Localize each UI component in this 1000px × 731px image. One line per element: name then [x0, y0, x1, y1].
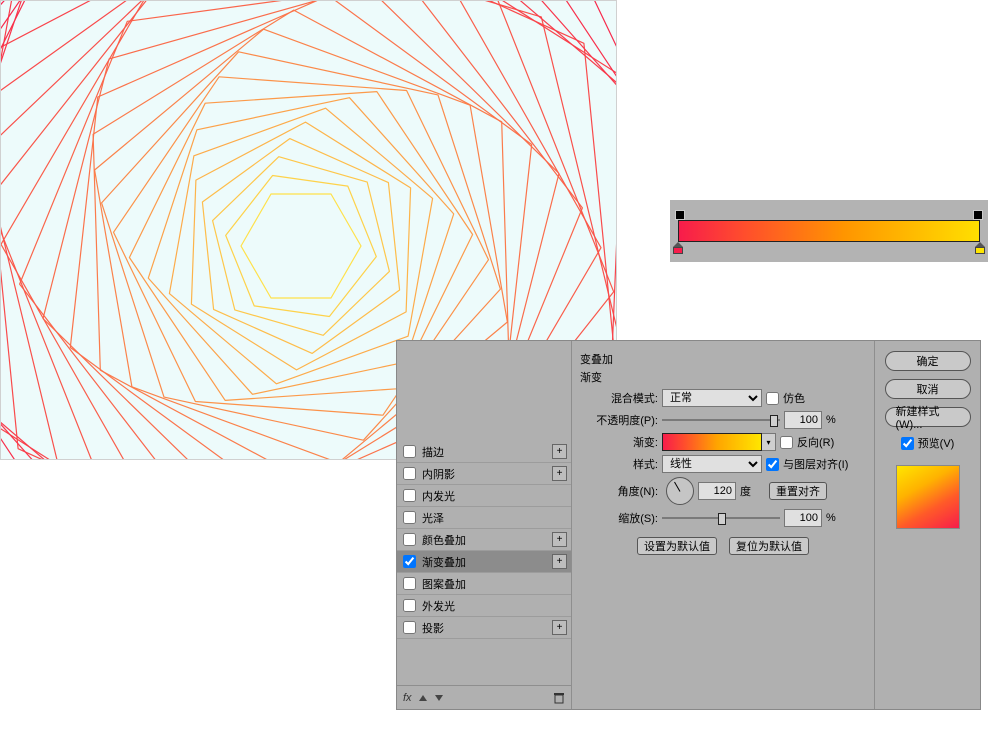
fx-item-label: 内发光 — [422, 488, 455, 504]
scale-input[interactable] — [784, 509, 822, 527]
gradient-preview-bar[interactable] — [678, 220, 980, 242]
blend-mode-row: 混合模式: 正常 仿色 — [580, 389, 866, 407]
angle-label: 角度(N): — [580, 483, 658, 499]
fx-item[interactable]: 描边 + — [397, 441, 571, 463]
fx-item[interactable]: 外发光 — [397, 595, 571, 617]
blend-mode-select[interactable]: 正常 — [662, 389, 762, 407]
blend-mode-label: 混合模式: — [580, 390, 658, 406]
reverse-checkbox-label[interactable]: 反向(R) — [780, 434, 834, 450]
opacity-input[interactable] — [784, 411, 822, 429]
ok-button[interactable]: 确定 — [885, 351, 971, 371]
angle-row: 角度(N): 度 重置对齐 — [580, 477, 866, 505]
opacity-row: 不透明度(P): % — [580, 411, 866, 429]
fx-item-add-icon[interactable]: + — [552, 554, 567, 569]
angle-dial[interactable] — [666, 477, 694, 505]
gradient-row: 渐变: ▾ 反向(R) — [580, 433, 866, 451]
style-select[interactable]: 线性 — [662, 455, 762, 473]
fx-footer: fx — [397, 685, 571, 709]
preview-swatch — [896, 465, 960, 529]
arrow-down-icon[interactable] — [434, 693, 444, 703]
new-style-button[interactable]: 新建样式(W)... — [885, 407, 971, 427]
fx-item-add-icon[interactable]: + — [552, 532, 567, 547]
fx-item-label: 外发光 — [422, 598, 455, 614]
gradient-editor-strip[interactable] — [670, 200, 988, 262]
fx-item-add-icon[interactable]: + — [552, 444, 567, 459]
scale-label: 缩放(S): — [580, 510, 658, 526]
opacity-stop-right[interactable] — [973, 210, 983, 220]
fx-icon[interactable]: fx — [403, 692, 412, 704]
panel-title: 变叠加 — [580, 351, 866, 367]
color-stop-left[interactable] — [673, 242, 683, 254]
scale-row: 缩放(S): % — [580, 509, 866, 527]
trash-icon[interactable] — [553, 692, 565, 704]
opacity-slider[interactable] — [662, 414, 780, 426]
fx-item-label: 描边 — [422, 444, 444, 460]
fx-header-spacer — [397, 341, 571, 441]
style-row: 样式: 线性 与图层对齐(I) — [580, 455, 866, 473]
opacity-unit: % — [826, 414, 836, 426]
fx-item[interactable]: 投影 + — [397, 617, 571, 639]
gradient-swatch[interactable] — [662, 433, 762, 451]
dither-checkbox[interactable] — [766, 392, 779, 405]
fx-item-checkbox[interactable] — [403, 621, 416, 634]
fx-item[interactable]: 图案叠加 — [397, 573, 571, 595]
fx-item-checkbox[interactable] — [403, 467, 416, 480]
fx-item-checkbox[interactable] — [403, 445, 416, 458]
opacity-label: 不透明度(P): — [580, 412, 658, 428]
preview-checkbox[interactable] — [901, 437, 914, 450]
preview-checkbox-label[interactable]: 预览(V) — [901, 435, 955, 451]
fx-item-label: 内阴影 — [422, 466, 455, 482]
scale-unit: % — [826, 512, 836, 524]
set-default-button[interactable]: 设置为默认值 — [637, 537, 717, 555]
fx-item[interactable]: 内阴影 + — [397, 463, 571, 485]
gradient-label: 渐变: — [580, 434, 658, 450]
fx-item-checkbox[interactable] — [403, 555, 416, 568]
fx-item-checkbox[interactable] — [403, 533, 416, 546]
align-layer-checkbox-label[interactable]: 与图层对齐(I) — [766, 456, 848, 472]
dither-checkbox-label[interactable]: 仿色 — [766, 390, 805, 406]
reverse-checkbox[interactable] — [780, 436, 793, 449]
fx-item-checkbox[interactable] — [403, 489, 416, 502]
reset-align-button[interactable]: 重置对齐 — [769, 482, 827, 500]
fx-item-label: 颜色叠加 — [422, 532, 466, 548]
fx-item-add-icon[interactable]: + — [552, 620, 567, 635]
fx-item[interactable]: 光泽 — [397, 507, 571, 529]
fx-item-add-icon[interactable]: + — [552, 466, 567, 481]
color-stop-right[interactable] — [975, 242, 985, 254]
angle-unit: 度 — [740, 483, 751, 499]
scale-slider[interactable] — [662, 512, 780, 524]
dialog-actions: 确定 取消 新建样式(W)... 预览(V) — [875, 341, 980, 709]
panel-subtitle: 渐变 — [580, 369, 866, 385]
angle-input[interactable] — [698, 482, 736, 500]
align-layer-checkbox[interactable] — [766, 458, 779, 471]
layer-style-dialog: 描边 + 内阴影 + 内发光光泽颜色叠加 + 渐变叠加 + 图案叠加外发光投影 + fx 变叠加 … — [396, 340, 981, 710]
fx-item-label: 图案叠加 — [422, 576, 466, 592]
fx-item-checkbox[interactable] — [403, 577, 416, 590]
opacity-stop-left[interactable] — [675, 210, 685, 220]
fx-settings-panel: 变叠加 渐变 混合模式: 正常 仿色 不透明度(P): % 渐变: ▾ — [572, 341, 875, 709]
fx-item-label: 投影 — [422, 620, 444, 636]
fx-item-label: 光泽 — [422, 510, 444, 526]
fx-item[interactable]: 渐变叠加 + — [397, 551, 571, 573]
fx-item-checkbox[interactable] — [403, 599, 416, 612]
gradient-dropdown-icon[interactable]: ▾ — [762, 433, 776, 451]
fx-item[interactable]: 颜色叠加 + — [397, 529, 571, 551]
fx-sidebar: 描边 + 内阴影 + 内发光光泽颜色叠加 + 渐变叠加 + 图案叠加外发光投影 + fx — [397, 341, 572, 709]
fx-item-checkbox[interactable] — [403, 511, 416, 524]
fx-item-label: 渐变叠加 — [422, 554, 466, 570]
reset-default-button[interactable]: 复位为默认值 — [729, 537, 809, 555]
cancel-button[interactable]: 取消 — [885, 379, 971, 399]
fx-item[interactable]: 内发光 — [397, 485, 571, 507]
arrow-up-icon[interactable] — [418, 693, 428, 703]
style-label: 样式: — [580, 456, 658, 472]
